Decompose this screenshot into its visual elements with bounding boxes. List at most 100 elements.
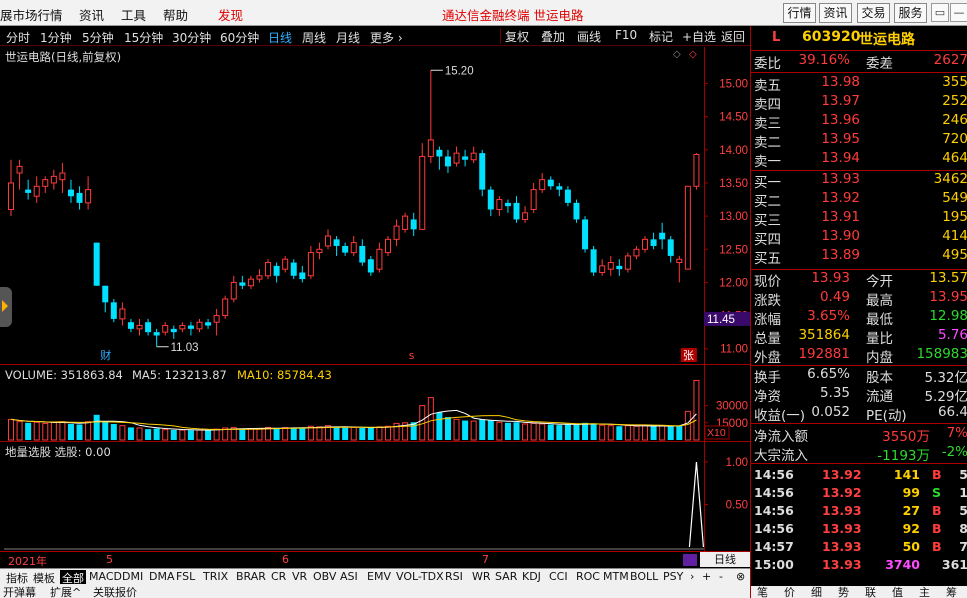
volume-bar: [350, 426, 357, 441]
candle-body: [307, 252, 314, 277]
tick-price: 13.93: [822, 521, 862, 536]
indicator-tick-label: 0.50: [726, 500, 748, 512]
volume-bar: [513, 422, 520, 440]
back-button[interactable]: 返回: [721, 28, 745, 45]
period-daily[interactable]: 日线: [268, 29, 292, 46]
stat-value: 5.29亿: [924, 389, 967, 405]
tab-9[interactable]: CR: [271, 570, 286, 583]
quote-tab-6[interactable]: 主: [919, 584, 930, 598]
volume-bar: [376, 426, 383, 441]
tab-11[interactable]: OBV: [313, 570, 336, 583]
expand-toggle[interactable]: 扩展^: [50, 584, 81, 598]
quote-tab-1[interactable]: 价: [784, 584, 795, 598]
price-tick-label: 13.00: [719, 211, 748, 223]
overlay-button[interactable]: 叠加: [541, 28, 565, 45]
stat-value: 3.65%: [807, 308, 850, 324]
indicator-header: 地量选股 选股: 0.00: [5, 445, 111, 459]
period-60min[interactable]: 60分钟: [220, 29, 259, 46]
volume-bar: [50, 421, 57, 441]
tab-21[interactable]: MTM: [603, 570, 629, 583]
tab-13[interactable]: EMV: [367, 570, 391, 583]
level-price: 13.98: [821, 74, 860, 90]
period-30min[interactable]: 30分钟: [172, 29, 211, 46]
stat-value: 5.35: [819, 385, 850, 401]
quote-button[interactable]: 行情: [783, 3, 816, 23]
tab-10[interactable]: VR: [292, 570, 307, 583]
draw-button[interactable]: 画线: [577, 28, 601, 45]
tick-count: 1: [959, 485, 967, 500]
plus-icon[interactable]: +: [702, 570, 711, 583]
restore-icon[interactable]: ▭: [931, 3, 949, 22]
minimize-icon[interactable]: —: [950, 3, 967, 22]
adjust-button[interactable]: 复权: [505, 28, 529, 45]
related-quote[interactable]: 关联报价: [93, 584, 137, 598]
tab-16[interactable]: WR: [472, 570, 491, 583]
tab-19[interactable]: CCI: [549, 570, 568, 583]
period-monthly[interactable]: 月线: [336, 29, 360, 46]
candle-body: [530, 189, 537, 210]
trade-button[interactable]: 交易: [857, 3, 890, 23]
period-5min[interactable]: 5分钟: [82, 29, 114, 46]
tick-volume: 3740: [885, 557, 920, 572]
menu-news[interactable]: 资讯: [79, 5, 104, 24]
tab-5[interactable]: DMA: [149, 570, 175, 583]
candle-body: [290, 262, 297, 276]
menu-help[interactable]: 帮助: [163, 5, 188, 24]
period-weekly[interactable]: 周线: [302, 29, 326, 46]
stock-header: L 603920 世运电路: [751, 26, 967, 49]
mark-button[interactable]: 标记: [649, 28, 673, 45]
close-icon[interactable]: ⊗: [736, 570, 745, 583]
tick-volume: 141: [893, 467, 920, 482]
period-15min[interactable]: 15分钟: [124, 29, 163, 46]
period-more[interactable]: 更多 ›: [370, 29, 403, 46]
danmu-toggle[interactable]: 开弹幕: [3, 584, 36, 598]
quote-tab-7[interactable]: 筹: [946, 584, 957, 598]
market-flag: L: [772, 30, 781, 45]
tab-3[interactable]: MACD: [89, 570, 122, 583]
tab-24[interactable]: ›: [690, 570, 694, 583]
tab-8[interactable]: BRAR: [236, 570, 266, 583]
service-button[interactable]: 服务: [894, 3, 927, 23]
quote-tab-5[interactable]: 值: [892, 584, 903, 598]
stat-label: 总量: [754, 331, 781, 347]
volume-bar: [127, 427, 134, 440]
chart-title: 世运电路(日线,前复权): [5, 50, 122, 64]
quote-tab-4[interactable]: 联: [865, 584, 876, 598]
period-1min[interactable]: 1分钟: [40, 29, 72, 46]
bid-row: 买五 13.89 495: [754, 247, 967, 267]
menu-market[interactable]: 展市场行情: [0, 5, 63, 24]
tick-price: 13.92: [822, 485, 862, 500]
news-button[interactable]: 资讯: [819, 3, 852, 23]
tab-14[interactable]: VOL-TDX: [396, 570, 444, 583]
side-expand-handle[interactable]: [0, 287, 12, 327]
flow-pct: 7%: [946, 425, 967, 441]
quote-tab-0[interactable]: 笔: [757, 584, 768, 598]
tab-7[interactable]: TRIX: [203, 570, 228, 583]
f10-button[interactable]: F10: [615, 28, 637, 42]
tab-22[interactable]: BOLL: [630, 570, 658, 583]
tab-17[interactable]: SAR: [495, 570, 517, 583]
tab-4[interactable]: DMI: [122, 570, 143, 583]
volume-bar: [582, 422, 589, 440]
tab-18[interactable]: KDJ: [522, 570, 541, 583]
menu-discover[interactable]: 发现: [218, 5, 243, 24]
tab-12[interactable]: ASI: [340, 570, 358, 583]
tab-6[interactable]: FSL: [176, 570, 195, 583]
stat2-row: 收益(一) 0.052 PE(动) 66.4: [754, 404, 967, 424]
tick-time: 15:00: [754, 557, 794, 572]
quote-tab-2[interactable]: 细: [811, 584, 822, 598]
scroll-handle[interactable]: [683, 554, 697, 566]
add-watchlist-button[interactable]: +自选: [682, 28, 716, 45]
tab-15[interactable]: RSI: [445, 570, 463, 583]
tab-23[interactable]: PSY: [663, 570, 683, 583]
period-timeshare[interactable]: 分时: [6, 29, 30, 46]
candle-body: [667, 239, 674, 256]
kline-chart[interactable]: 15.0014.5014.0013.5013.0012.5012.0011.50…: [0, 47, 750, 552]
stat-label: 今开: [866, 274, 893, 290]
tab-20[interactable]: ROC: [576, 570, 600, 583]
chart-area[interactable]: 15.0014.5014.0013.5013.0012.5012.0011.50…: [0, 47, 750, 552]
level-volume: 720: [942, 131, 967, 147]
menu-tools[interactable]: 工具: [121, 5, 146, 24]
quote-tab-3[interactable]: 势: [838, 584, 849, 598]
minus-icon[interactable]: -: [719, 570, 723, 583]
